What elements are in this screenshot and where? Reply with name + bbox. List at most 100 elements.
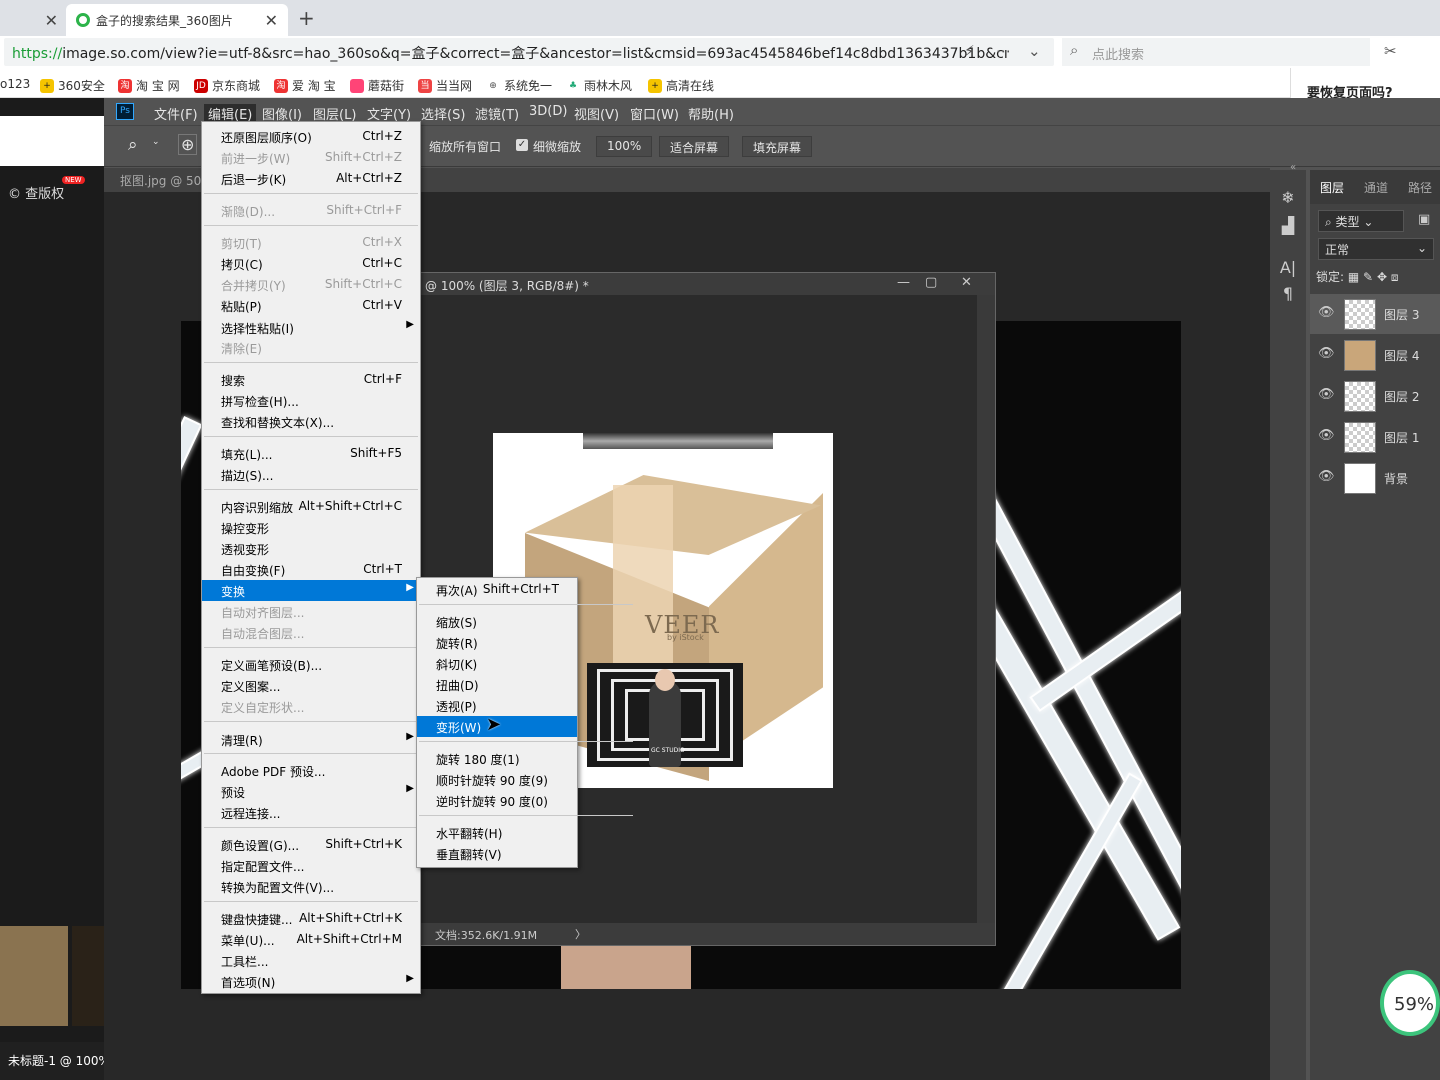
address-bar[interactable]: https://image.so.com/view?ie=utf-8&src=h…: [4, 38, 1054, 66]
fit-screen-button[interactable]: 适合屏幕: [659, 136, 730, 157]
lock-move-icon[interactable]: ✥: [1377, 270, 1387, 284]
menu-item[interactable]: 再次(A) Shift+Ctrl+T: [417, 579, 577, 600]
image-filter-icon[interactable]: ▣: [1418, 212, 1430, 227]
character-icon[interactable]: A|: [1270, 258, 1306, 277]
menu-item[interactable]: 拼写检查(H)...: [202, 390, 420, 411]
scissors-icon[interactable]: ✂: [1384, 42, 1397, 60]
lock-transparent-icon[interactable]: ▦: [1348, 270, 1359, 284]
copyright-check-link[interactable]: © 查版权: [8, 183, 64, 202]
menu-3d[interactable]: 3D(D): [529, 104, 567, 119]
menu-item[interactable]: 定义自定形状...: [202, 696, 420, 717]
chevron-down-icon[interactable]: ⌄: [1028, 42, 1041, 60]
menu-item[interactable]: 查找和替换文本(X)...: [202, 411, 420, 432]
close-icon[interactable]: ✕: [45, 11, 58, 30]
menu-item[interactable]: 旋转 180 度(1): [417, 748, 577, 769]
menu-item[interactable]: 剪切(T) Ctrl+X: [202, 232, 420, 253]
progress-badge[interactable]: 59%: [1380, 970, 1440, 1036]
lock-brush-icon[interactable]: ✎: [1363, 270, 1373, 284]
menu-item[interactable]: 扭曲(D): [417, 674, 577, 695]
menu-item[interactable]: 颜色设置(G)... Shift+Ctrl+K: [202, 834, 420, 855]
bookmark-item[interactable]: 蘑菇街: [350, 77, 404, 94]
eye-icon[interactable]: 👁: [1318, 469, 1335, 484]
bookmark-item[interactable]: 淘淘 宝 网: [118, 77, 180, 94]
pasted-photo-layer[interactable]: GC STUDIO: [587, 663, 743, 767]
chevron-right-icon[interactable]: 〉: [575, 926, 586, 942]
thumbnail-image[interactable]: [0, 926, 68, 1026]
menu-item[interactable]: 自由变换(F) Ctrl+T: [202, 559, 420, 580]
search-input[interactable]: ⌕ 点此搜索: [1062, 38, 1370, 66]
menu-item[interactable]: 逆时针旋转 90 度(0): [417, 790, 577, 811]
menu-item[interactable]: 清除(E): [202, 337, 420, 358]
menu-item[interactable]: 首选项(N) ▶: [202, 971, 420, 992]
minimize-icon[interactable]: —: [897, 275, 910, 290]
menu-item[interactable]: 垂直翻转(V): [417, 843, 577, 864]
maximize-icon[interactable]: ▢: [925, 275, 937, 290]
restore-pages-prompt[interactable]: 要恢复页面吗?: [1290, 68, 1440, 101]
bookmark-item[interactable]: +360安全: [40, 77, 105, 94]
properties-icon[interactable]: ❄: [1270, 188, 1306, 207]
zoom-value-field[interactable]: 100%: [596, 136, 653, 157]
menu-file[interactable]: 文件(F): [154, 104, 198, 123]
browser-tab[interactable]: ✕: [0, 4, 66, 36]
close-icon[interactable]: ✕: [265, 11, 278, 30]
resize-windows-label[interactable]: 缩放所有窗口: [429, 138, 501, 155]
bookmark-item[interactable]: o123: [0, 77, 30, 91]
bookmark-item[interactable]: JD 京东商城: [194, 77, 260, 94]
tab-channels[interactable]: 通道: [1364, 179, 1388, 196]
zoom-tool-icon[interactable]: ⌕: [128, 135, 138, 155]
layer-row[interactable]: 👁 图层 1: [1310, 417, 1440, 457]
paragraph-icon[interactable]: ¶: [1270, 284, 1306, 303]
menu-window[interactable]: 窗口(W): [630, 104, 679, 123]
menu-item[interactable]: Adobe PDF 预设...: [202, 760, 420, 781]
menu-item[interactable]: 旋转(R): [417, 632, 577, 653]
menu-item[interactable]: 描边(S)...: [202, 464, 420, 485]
lock-artboard-icon[interactable]: ⧈: [1391, 270, 1399, 284]
layer-row[interactable]: 👁 图层 3: [1310, 294, 1440, 334]
browser-tab-active[interactable]: 盒子的搜索结果_360图片 ✕: [66, 4, 288, 36]
menu-item[interactable]: 选择性粘贴(I) ▶: [202, 317, 420, 338]
menu-item[interactable]: 透视(P): [417, 695, 577, 716]
menu-item[interactable]: 键盘快捷键... Alt+Shift+Ctrl+K: [202, 908, 420, 929]
tab-paths[interactable]: 路径: [1408, 179, 1432, 196]
layer-row[interactable]: 👁 背景: [1310, 458, 1440, 498]
menu-item[interactable]: 定义画笔预设(B)...: [202, 654, 420, 675]
menu-item[interactable]: 合并拷贝(Y) Shift+Ctrl+C: [202, 274, 420, 295]
menu-item[interactable]: 填充(L)... Shift+F5: [202, 443, 420, 464]
bookmark-item[interactable]: ⊕ 系统免一: [486, 77, 552, 94]
eye-icon[interactable]: 👁: [1318, 387, 1335, 402]
taskbar-item[interactable]: 未标题-1 @ 100%: [0, 1042, 110, 1080]
layer-row[interactable]: 👁 图层 4: [1310, 335, 1440, 375]
menu-item[interactable]: 操控变形: [202, 517, 420, 538]
layer-filter-select[interactable]: ⌕ 类型 ⌄: [1318, 210, 1404, 232]
bookmark-item[interactable]: + 高清在线: [648, 77, 714, 94]
bookmark-item[interactable]: ♣ 雨林木风: [566, 77, 632, 94]
menu-item[interactable]: 后退一步(K) Alt+Ctrl+Z: [202, 168, 420, 189]
eye-icon[interactable]: 👁: [1318, 346, 1335, 361]
menu-item[interactable]: 渐隐(D)... Shift+Ctrl+F: [202, 200, 420, 221]
menu-item[interactable]: 变换 ▶: [202, 580, 420, 601]
blend-mode-select[interactable]: 正常 ⌄: [1318, 238, 1434, 260]
layer-row[interactable]: 👁 图层 2: [1310, 376, 1440, 416]
menu-item[interactable]: 粘贴(P) Ctrl+V: [202, 295, 420, 316]
menu-item[interactable]: 远程连接...: [202, 802, 420, 823]
chevron-down-icon[interactable]: ⌄: [152, 137, 160, 147]
menu-view[interactable]: 视图(V): [574, 104, 619, 123]
menu-item[interactable]: 预设 ▶: [202, 781, 420, 802]
menu-item[interactable]: 透视变形: [202, 538, 420, 559]
menu-item[interactable]: 自动对齐图层...: [202, 601, 420, 622]
menu-item[interactable]: 指定配置文件...: [202, 855, 420, 876]
eye-icon[interactable]: 👁: [1318, 305, 1335, 320]
zoom-in-icon[interactable]: ⊕: [178, 134, 198, 155]
new-tab-icon[interactable]: +: [298, 6, 315, 30]
bookmark-item[interactable]: 淘爱 淘 宝: [274, 77, 336, 94]
scrubby-zoom-checkbox[interactable]: ✓: [516, 139, 528, 151]
menu-item[interactable]: 顺时针旋转 90 度(9): [417, 769, 577, 790]
menu-item[interactable]: 清理(R) ▶: [202, 729, 420, 750]
menu-help[interactable]: 帮助(H): [688, 104, 734, 123]
menu-item[interactable]: 转换为配置文件(V)...: [202, 876, 420, 897]
menu-item[interactable]: 还原图层顺序(O) Ctrl+Z: [202, 126, 420, 147]
menu-item[interactable]: 搜索 Ctrl+F: [202, 369, 420, 390]
menu-item[interactable]: 拷贝(C) Ctrl+C: [202, 253, 420, 274]
menu-item[interactable]: 缩放(S): [417, 611, 577, 632]
fill-screen-button[interactable]: 填充屏幕: [742, 136, 813, 157]
